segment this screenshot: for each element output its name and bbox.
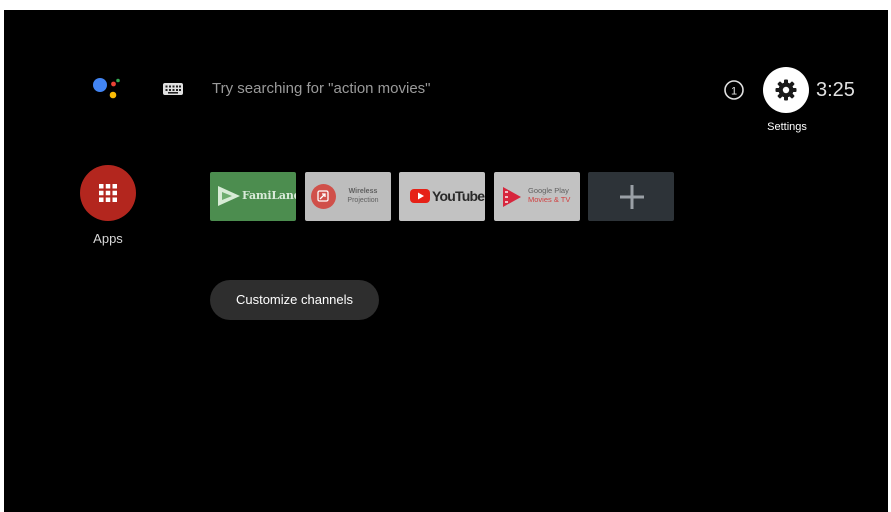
apps-label: Apps	[93, 231, 123, 246]
wireless-projection-icon	[311, 184, 336, 209]
add-channel-tile[interactable]	[588, 172, 674, 221]
channel-name-line2: Movies & TV	[528, 195, 571, 204]
channel-tile-wireless-projection[interactable]: Wireless Projection	[305, 172, 391, 221]
famiLand-logo-icon	[218, 186, 240, 206]
channel-name: Wireless Projection	[341, 187, 385, 205]
settings-label: Settings	[767, 121, 807, 133]
gear-icon	[775, 79, 797, 101]
channel-name-line2: Projection	[347, 197, 379, 204]
channel-tile-google-play-movies[interactable]: Google Play Movies & TV	[494, 172, 580, 221]
google-play-movies-icon	[503, 187, 521, 207]
channel-name: YouTube	[432, 188, 485, 204]
clock: 3:25	[816, 79, 855, 101]
home-screen	[4, 10, 888, 512]
channel-name: Google Play Movies & TV	[528, 186, 570, 204]
notification-icon[interactable]: 1	[722, 78, 746, 102]
customize-channels-button[interactable]: Customize channels	[210, 280, 379, 320]
keyboard-icon[interactable]	[160, 80, 186, 98]
youtube-play-icon	[410, 189, 430, 203]
channel-name: FamiLand	[242, 189, 296, 202]
settings-button[interactable]	[763, 67, 809, 113]
notification-count: 1	[731, 85, 737, 97]
search-hint[interactable]: Try searching for "action movies"	[212, 79, 431, 99]
apps-button[interactable]	[80, 165, 136, 221]
apps-grid-icon	[99, 184, 117, 202]
channel-name-line1: Google Play	[528, 186, 569, 195]
google-assistant-icon[interactable]	[90, 73, 122, 105]
plus-icon	[620, 185, 644, 209]
channel-tile-youtube[interactable]: YouTube	[399, 172, 485, 221]
channel-name-line1: Wireless	[348, 188, 378, 195]
channel-tile-famiLand[interactable]: FamiLand	[210, 172, 296, 221]
